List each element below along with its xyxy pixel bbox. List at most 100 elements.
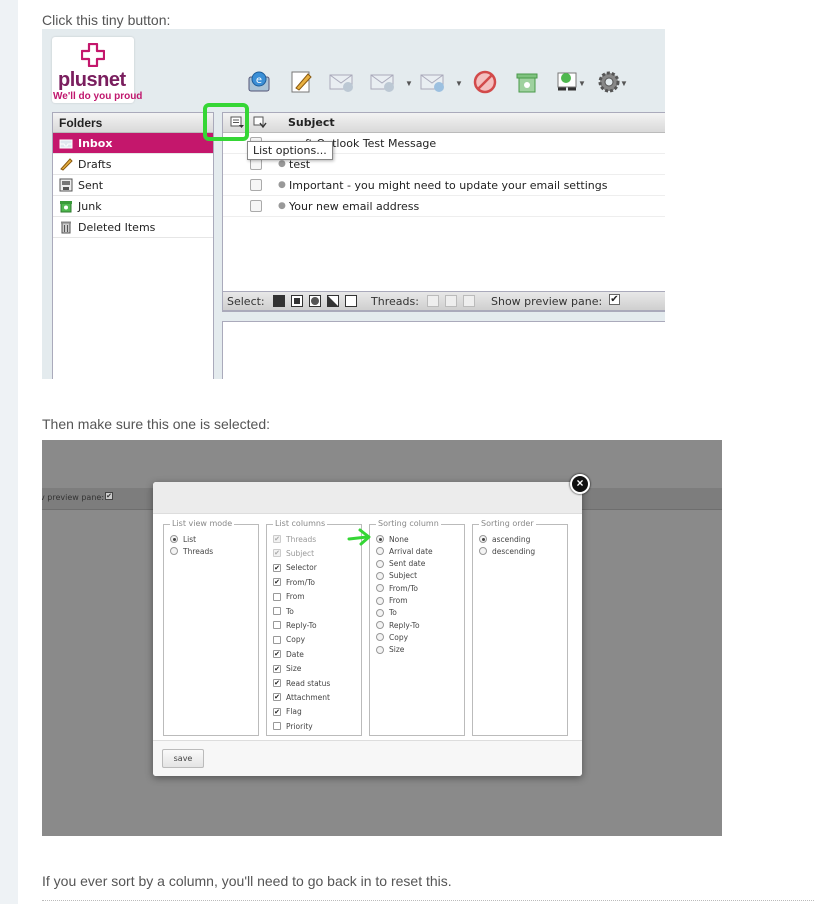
- radio-button[interactable]: [376, 645, 384, 654]
- folder-item-sent[interactable]: Sent: [53, 175, 213, 196]
- compose-icon[interactable]: [286, 67, 316, 97]
- checkbox[interactable]: ✔: [273, 679, 281, 687]
- option-list[interactable]: List: [170, 533, 196, 545]
- radio-button[interactable]: [376, 535, 384, 543]
- radio-button[interactable]: [479, 535, 487, 543]
- sort-option[interactable]: From: [376, 595, 408, 607]
- reply-icon[interactable]: [327, 67, 357, 97]
- list-columns-group: List columns ✔ Threads ✔ Subject ✔ Selector ✔ F…: [266, 519, 362, 736]
- list-item[interactable]: ● Your new email address: [223, 196, 665, 217]
- folder-item-drafts[interactable]: Drafts: [53, 154, 213, 175]
- sort-option[interactable]: Copy: [376, 631, 408, 643]
- radio-button[interactable]: [170, 547, 178, 555]
- checkbox[interactable]: ✔: [273, 563, 281, 572]
- folder-item-junk[interactable]: Junk: [53, 196, 213, 217]
- column-option[interactable]: ✔ From/To: [273, 576, 315, 588]
- column-option[interactable]: Priority: [273, 720, 313, 732]
- option-label: Reply-To: [286, 620, 317, 630]
- radio-button[interactable]: [376, 633, 384, 642]
- settings-dropdown-icon[interactable]: ▼: [620, 79, 628, 88]
- preview-pane-checkbox[interactable]: ✔: [609, 294, 620, 305]
- close-icon[interactable]: ×: [570, 474, 590, 494]
- radio-button[interactable]: [376, 571, 384, 580]
- folder-item-deleted[interactable]: Deleted Items: [53, 217, 213, 238]
- forward-dropdown-icon[interactable]: ▼: [455, 79, 463, 88]
- threads-toggle-icon[interactable]: [253, 116, 267, 129]
- column-option[interactable]: ✔ Selector: [273, 562, 317, 574]
- select-none-icon[interactable]: [345, 295, 357, 307]
- radio-button[interactable]: [479, 547, 487, 555]
- column-option[interactable]: Copy: [273, 634, 305, 646]
- column-option[interactable]: From: [273, 591, 305, 603]
- message-checkbox[interactable]: [250, 200, 262, 212]
- radio-button[interactable]: [376, 547, 384, 556]
- collapse-threads-icon[interactable]: [463, 295, 475, 307]
- dialog-title-bar: [153, 482, 582, 514]
- checkbox[interactable]: [273, 722, 281, 731]
- select-invert-icon[interactable]: [327, 295, 339, 307]
- checkbox[interactable]: ✔: [273, 664, 281, 673]
- select-page-icon[interactable]: [291, 295, 303, 307]
- column-option[interactable]: ✔ Date: [273, 648, 304, 660]
- select-unread-icon[interactable]: [309, 295, 321, 307]
- refresh-icon[interactable]: e: [244, 67, 274, 97]
- message-checkbox[interactable]: [250, 179, 262, 191]
- expand-threads-icon[interactable]: [427, 295, 439, 307]
- mark-dropdown-icon[interactable]: ▼: [578, 79, 586, 88]
- select-bar: Select: Threads: Show preview pane: ✔: [222, 291, 665, 311]
- folder-label: Inbox: [78, 136, 113, 150]
- option-threads[interactable]: Threads: [170, 545, 213, 557]
- reply-all-icon[interactable]: [368, 67, 398, 97]
- radio-button[interactable]: [376, 621, 384, 630]
- column-option[interactable]: ✔ Flag: [273, 706, 302, 718]
- junk-icon[interactable]: [512, 67, 542, 97]
- column-option[interactable]: ✔ Read status: [273, 677, 330, 689]
- column-option[interactable]: ✔ Attachment: [273, 691, 330, 703]
- radio-button[interactable]: [376, 596, 384, 605]
- option-label: Date: [286, 649, 304, 659]
- checkbox[interactable]: ✔: [273, 693, 281, 702]
- subject-column-header[interactable]: Subject: [288, 116, 335, 129]
- radio-button[interactable]: [376, 584, 384, 593]
- column-option[interactable]: ✔ Size: [273, 663, 301, 675]
- sort-option[interactable]: Subject: [376, 570, 417, 582]
- checkbox[interactable]: ✔: [273, 650, 281, 659]
- sort-option[interactable]: Reply-To: [376, 619, 420, 631]
- brand-name: plusnet: [58, 69, 126, 91]
- radio-button[interactable]: [170, 535, 178, 543]
- delete-icon[interactable]: [470, 67, 500, 97]
- option-ascending[interactable]: ascending: [479, 533, 530, 545]
- option-label: To: [286, 606, 294, 616]
- list-options-tooltip: List options...: [247, 141, 333, 160]
- checkbox[interactable]: [273, 607, 281, 615]
- option-descending[interactable]: descending: [479, 545, 535, 557]
- sort-option[interactable]: Sent date: [376, 558, 425, 570]
- list-item[interactable]: ● Important - you might need to update y…: [223, 175, 665, 196]
- checkbox[interactable]: ✔: [273, 707, 281, 716]
- checkbox[interactable]: [273, 621, 281, 630]
- sort-option[interactable]: To: [376, 607, 397, 619]
- option-label: Threads: [183, 546, 214, 556]
- sort-option[interactable]: Arrival date: [376, 545, 433, 557]
- checkbox[interactable]: [273, 635, 281, 644]
- reply-all-dropdown-icon[interactable]: ▼: [405, 79, 413, 88]
- column-option[interactable]: Reply-To: [273, 619, 317, 631]
- expand-unread-threads-icon[interactable]: [445, 295, 457, 307]
- radio-button[interactable]: [376, 608, 384, 617]
- forward-icon[interactable]: [418, 67, 448, 97]
- sort-option[interactable]: From/To: [376, 582, 418, 594]
- sort-option[interactable]: Size: [376, 644, 404, 656]
- option-label: Selector: [286, 563, 317, 573]
- checkbox[interactable]: [273, 592, 281, 601]
- radio-button[interactable]: [376, 559, 384, 568]
- background-preview-checkbox: ✔: [105, 492, 113, 500]
- column-option[interactable]: To: [273, 605, 294, 617]
- green-arrow-icon: [347, 528, 371, 546]
- sorting-column-group: Sorting column None Arrival date Sent date…: [369, 519, 465, 736]
- dialog-footer: save: [153, 740, 582, 776]
- save-button[interactable]: save: [162, 749, 204, 768]
- checkbox[interactable]: ✔: [273, 578, 281, 587]
- sort-option[interactable]: None: [376, 533, 409, 545]
- folder-item-inbox[interactable]: Inbox: [53, 133, 213, 154]
- select-all-icon[interactable]: [273, 295, 285, 307]
